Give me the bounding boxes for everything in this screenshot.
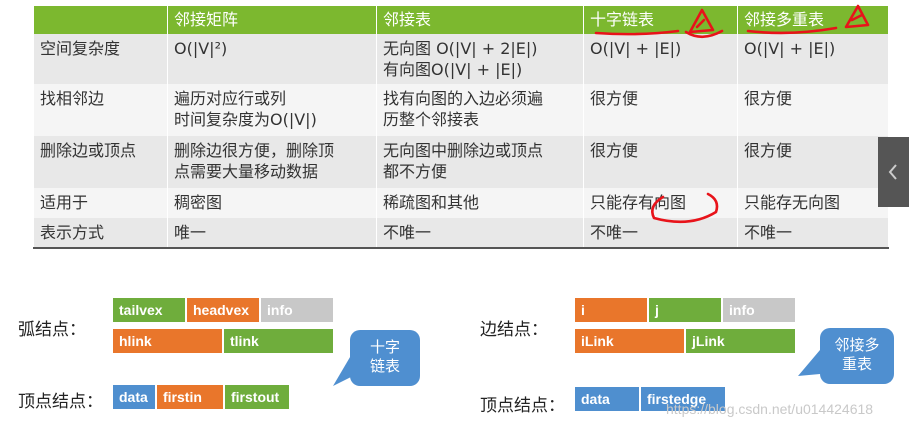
arc-node-label: 弧结点： [18,320,86,340]
vertex-node-label: 顶点结点： [18,392,103,412]
table-cell: 只能存无向图 [737,188,889,218]
table-header: 邻接矩阵 [167,6,377,34]
table-row: 表示方式 唯一 不唯一 不唯一 不唯一 [33,218,889,249]
edge-node-label: 边结点： [480,320,548,340]
table-cell: 不唯一 [583,218,738,249]
callout-bubble-orthogonal-list: 十字 链表 [350,330,420,386]
table-cell: 空间复杂度 [33,34,168,84]
table-cell: 稀疏图和其他 [376,188,584,218]
table-cell: 删除边或顶点 [33,136,168,188]
table-cell: 表示方式 [33,218,168,249]
edge-field-jlink: jLink [685,328,796,354]
table-header [33,6,168,34]
table-header: 十字链表 [583,6,738,34]
vertex-field-data: data [112,384,156,410]
edge-field-info: info [722,297,796,323]
table-cell: 很方便 [737,84,889,136]
table-cell: 很方便 [583,84,738,136]
table-cell: 不唯一 [376,218,584,249]
table-row: 找相邻边 遍历对应行或列 时间复杂度为O(|V|) 找有向图的入边必须遍 历整个… [33,84,889,136]
table-cell: 稠密图 [167,188,377,218]
arc-field-info: info [260,297,334,323]
table-header: 邻接表 [376,6,584,34]
table-row: 空间复杂度 O(|V|²) 无向图 O(|V| + 2|E|) 有向图O(|V|… [33,34,889,84]
table-cell: 很方便 [737,136,889,188]
table-cell: 无向图 O(|V| + 2|E|) 有向图O(|V| + |E|) [376,34,584,84]
arc-field-headvex: headvex [186,297,260,323]
table-cell: O(|V| + |E|) [583,34,738,84]
edge-field-ilink: iLink [574,328,685,354]
comparison-table: 邻接矩阵 邻接表 十字链表 邻接多重表 空间复杂度 O(|V|²) 无向图 O(… [33,6,889,249]
callout-tail [798,350,820,376]
table-row: 删除边或顶点 删除边很方便，删除顶 点需要大量移动数据 无向图中删除边或顶点 都… [33,136,889,188]
arc-field-tlink: tlink [223,328,334,354]
table-row: 适用于 稠密图 稀疏图和其他 只能存有向图 只能存无向图 [33,188,889,218]
table-cell: 适用于 [33,188,168,218]
table-cell: 找相邻边 [33,84,168,136]
arc-field-hlink: hlink [112,328,223,354]
table-cell: 无向图中删除边或顶点 都不方便 [376,136,584,188]
callout-bubble-adjacency-multilist: 邻接多 重表 [820,328,894,384]
side-expand-tab[interactable] [878,137,909,207]
watermark: https://blog.csdn.net/u014424618 [666,401,874,417]
table-cell: 删除边很方便，删除顶 点需要大量移动数据 [167,136,377,188]
table-header: 邻接多重表 [737,6,889,34]
edge-field-i: i [574,297,648,323]
table-cell: 不唯一 [737,218,889,249]
vertex-field-firstin: firstin [156,384,224,410]
slide: 邻接矩阵 邻接表 十字链表 邻接多重表 空间复杂度 O(|V|²) 无向图 O(… [0,0,909,429]
vertex-field-data: data [574,386,640,412]
chevron-left-icon [888,164,897,180]
vertex-node-label: 顶点结点： [480,396,565,416]
table-cell: 遍历对应行或列 时间复杂度为O(|V|) [167,84,377,136]
table-cell: 很方便 [583,136,738,188]
table-cell: O(|V|²) [167,34,377,84]
arc-field-tailvex: tailvex [112,297,186,323]
table-cell: O(|V| + |E|) [737,34,889,84]
vertex-field-firstout: firstout [224,384,290,410]
table-header-row: 邻接矩阵 邻接表 十字链表 邻接多重表 [33,6,889,34]
table-cell: 唯一 [167,218,377,249]
table-cell: 只能存有向图 [583,188,738,218]
edge-field-j: j [648,297,722,323]
table-cell: 找有向图的入边必须遍 历整个邻接表 [376,84,584,136]
